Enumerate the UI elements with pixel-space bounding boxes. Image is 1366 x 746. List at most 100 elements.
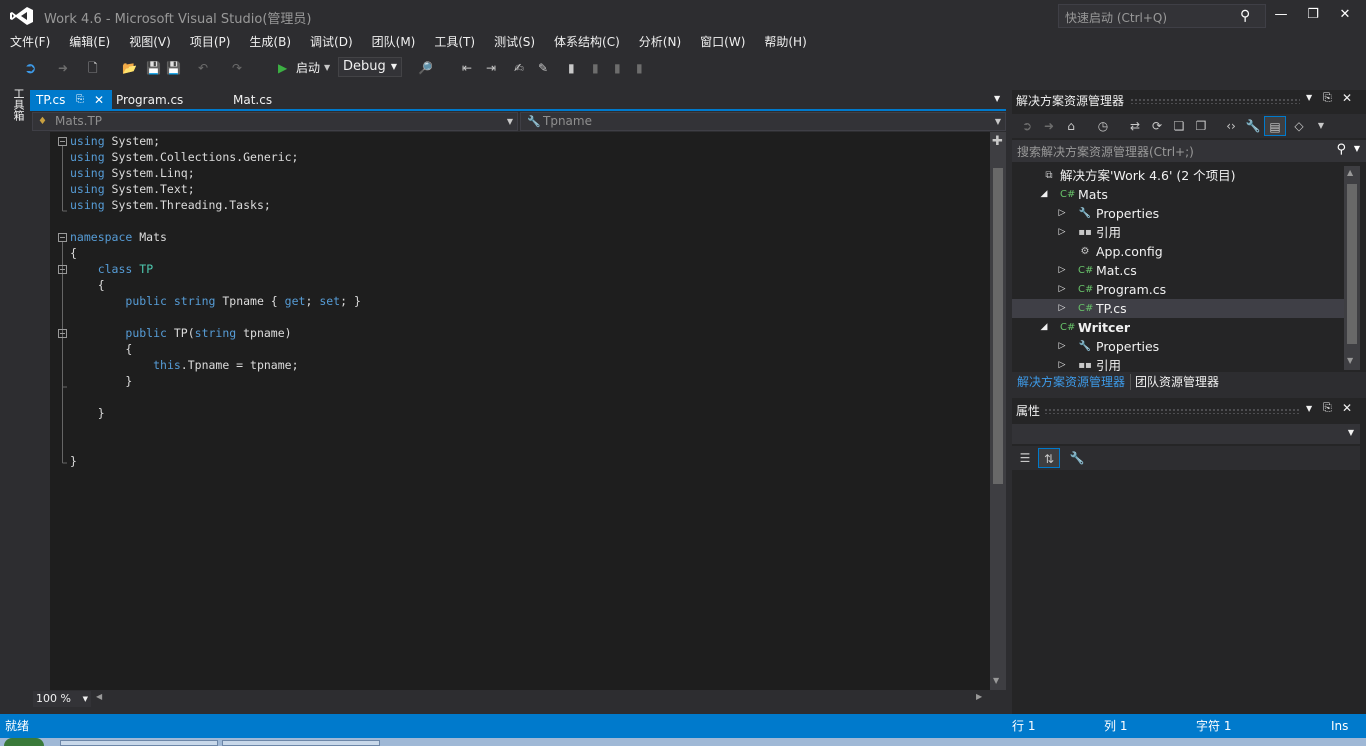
tab-program-cs[interactable]: Program.cs [110,90,230,110]
toolbox-tab[interactable]: 工具箱 [8,88,25,121]
show-all-files-icon[interactable]: ❐ [1190,116,1212,136]
start-dropdown-icon[interactable]: ▼ [324,59,330,77]
close-icon[interactable]: ✕ [94,90,104,110]
tab-solution-explorer[interactable]: 解决方案资源管理器 [1017,373,1125,391]
taskbar-item[interactable] [60,740,218,746]
code-line[interactable]: { [70,341,990,357]
minimize-button[interactable]: — [1266,4,1296,26]
prev-bookmark-icon[interactable]: ▮ [592,59,599,77]
home-icon[interactable]: ⌂ [1060,116,1082,136]
restore-button[interactable]: ❐ [1298,4,1328,26]
panel-menu-icon[interactable]: ▼ [1306,93,1312,102]
tree-item[interactable]: ▷ 🔧 Properties [1012,204,1344,223]
menu-item[interactable]: 编辑(E) [69,32,110,52]
class-diagram-icon[interactable]: ◇ [1288,116,1310,136]
code-line[interactable] [70,421,990,437]
code-line[interactable]: { [70,245,990,261]
code-line[interactable]: this.Tpname = tpname; [70,357,990,373]
code-line[interactable]: } [70,405,990,421]
member-select[interactable]: 🔧 Tpname ▼ [520,112,1006,131]
tree-item[interactable]: ⧉ 解决方案'Work 4.6' (2 个项目) [1012,166,1344,185]
tree-item[interactable]: ▷ C# Mat.cs [1012,261,1344,280]
categorized-icon[interactable]: ☰ [1014,448,1036,468]
tree-item[interactable]: ⚙ App.config [1012,242,1344,261]
start-debug-icon[interactable]: ▶ [278,59,287,77]
menu-item[interactable]: 团队(M) [372,32,416,52]
code-line[interactable] [70,309,990,325]
collapsed-arrow-icon[interactable]: ▷ [1056,204,1068,223]
save-all-icon[interactable]: 💾 [166,59,181,77]
menu-item[interactable]: 分析(N) [639,32,681,52]
clear-bookmarks-icon[interactable]: ▮ [636,59,643,77]
properties-object-select[interactable]: ▼ [1012,424,1360,444]
pin-icon[interactable]: ⎘ [1323,91,1332,105]
alphabetical-icon[interactable]: ⇅ [1038,448,1060,468]
find-icon[interactable]: 🔎 [418,59,433,77]
menu-item[interactable]: 生成(B) [249,32,291,52]
collapsed-arrow-icon[interactable]: ▷ [1056,337,1068,356]
pin-icon[interactable]: ⎘ [1323,401,1332,415]
back-icon[interactable]: ➲ [1016,116,1038,136]
chevron-down-icon[interactable]: ▼ [1310,116,1332,136]
close-icon[interactable]: ✕ [1342,401,1352,415]
scroll-right-icon[interactable]: ▶ [976,692,982,701]
tree-item[interactable]: ◢ C# Writcer [1012,318,1344,337]
code-text[interactable]: using System; using System.Collections.Ge… [70,133,990,681]
tree-item[interactable]: ▷ 🔧 Properties [1012,337,1344,356]
undo-icon[interactable]: ↶ [198,59,208,77]
next-bookmark-icon[interactable]: ▮ [614,59,621,77]
properties-icon[interactable]: 🔧 [1242,116,1264,136]
code-line[interactable]: } [70,373,990,389]
menu-item[interactable]: 窗口(W) [700,32,745,52]
quick-launch-input[interactable]: 快速启动 (Ctrl+Q) [1058,4,1266,28]
chevron-down-icon[interactable]: ▼ [1354,144,1360,153]
scrollbar-thumb[interactable] [1347,184,1357,344]
menu-item[interactable]: 项目(P) [190,32,231,52]
expanded-arrow-icon[interactable]: ◢ [1038,318,1050,337]
code-line[interactable]: using System.Collections.Generic; [70,149,990,165]
collapsed-arrow-icon[interactable]: ▷ [1056,280,1068,299]
tab-team-explorer[interactable]: 团队资源管理器 [1135,373,1219,391]
refresh-icon[interactable]: ⟳ [1146,116,1168,136]
scroll-down-icon[interactable]: ▼ [1347,356,1353,365]
code-line[interactable]: using System.Linq; [70,165,990,181]
code-line[interactable]: namespace Mats [70,229,990,245]
code-line[interactable]: using System.Threading.Tasks; [70,197,990,213]
collapsed-arrow-icon[interactable]: ▷ [1056,223,1068,242]
tree-item[interactable]: ▷ C# Program.cs [1012,280,1344,299]
type-select[interactable]: ♦ Mats.TP ▼ [32,112,518,131]
start-button[interactable]: 启动 [296,59,320,77]
code-line[interactable] [70,437,990,453]
close-button[interactable]: ✕ [1330,4,1360,26]
forward-icon[interactable]: ➜ [58,59,68,77]
search-icon[interactable]: ⚲ [1240,8,1256,24]
scroll-up-icon[interactable]: ▲ [1347,168,1353,177]
back-icon[interactable]: ➲ [24,59,37,77]
pending-changes-icon[interactable]: ◷ [1092,116,1114,136]
code-line[interactable]: { [70,277,990,293]
forward-icon[interactable]: ➜ [1038,116,1060,136]
tree-item[interactable]: ▷ ▪▪ 引用 [1012,223,1344,242]
open-file-icon[interactable]: 📂 [122,59,137,77]
sync-icon[interactable]: ⇄ [1124,116,1146,136]
menu-item[interactable]: 工具(T) [434,32,475,52]
menu-item[interactable]: 视图(V) [129,32,171,52]
bookmark-icon[interactable]: ▮ [568,59,575,77]
code-line[interactable]: } [70,453,990,469]
scroll-down-icon[interactable]: ▼ [993,676,999,685]
tab-tp-cs[interactable]: TP.cs ⎘ ✕ [30,90,112,110]
menu-item[interactable]: 测试(S) [494,32,535,52]
expanded-arrow-icon[interactable]: ◢ [1038,185,1050,204]
panel-grip[interactable] [1044,408,1300,414]
view-code-icon[interactable]: ‹› [1220,116,1242,136]
taskbar-item[interactable] [222,740,380,746]
redo-icon[interactable]: ↷ [232,59,242,77]
code-line[interactable]: public TP(string tpname) [70,325,990,341]
tab-mat-cs[interactable]: Mat.cs [227,90,327,110]
scrollbar-thumb[interactable] [993,168,1003,484]
comment-icon[interactable]: ✍ [514,59,524,77]
panel-menu-icon[interactable]: ▼ [1306,404,1312,413]
new-project-icon[interactable]: 🗋 [88,59,98,77]
solution-search-input[interactable]: 搜索解决方案资源管理器(Ctrl+;) ⚲ ▼ [1012,140,1366,162]
code-line[interactable]: using System.Text; [70,181,990,197]
